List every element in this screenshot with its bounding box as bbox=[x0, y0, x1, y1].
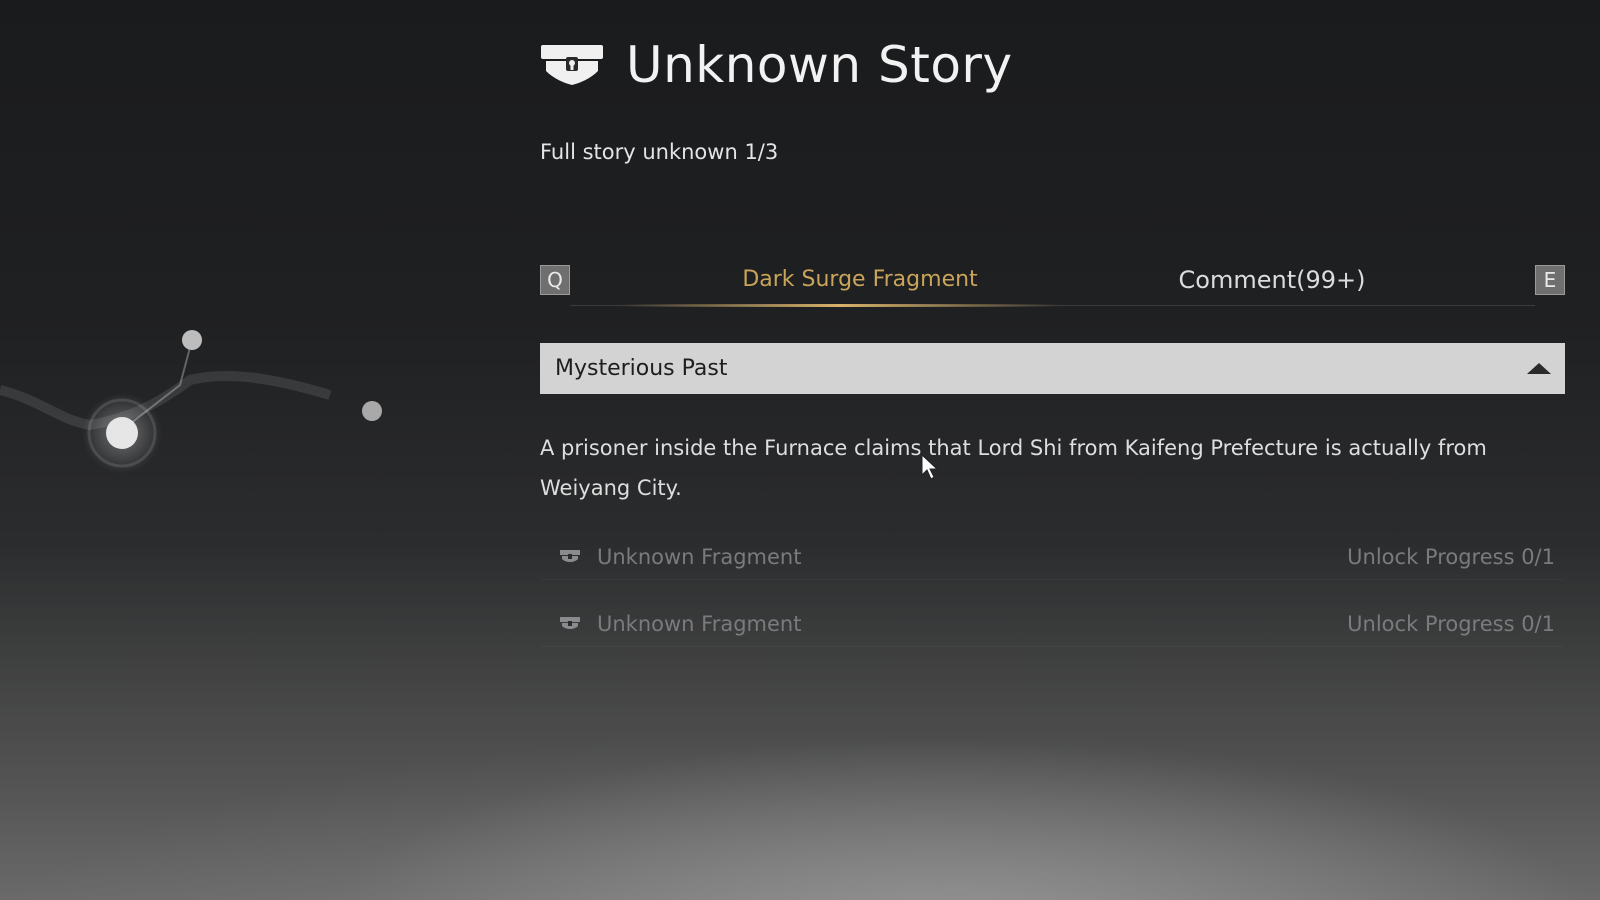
fragment-row[interactable]: Unknown Fragment Unlock Progress 0/1 bbox=[540, 535, 1565, 580]
tab-dark-surge-fragment[interactable]: Dark Surge Fragment bbox=[730, 265, 990, 295]
fragment-label: Unknown Fragment bbox=[597, 545, 802, 569]
fragment-unlock-progress: Unlock Progress 0/1 bbox=[1347, 612, 1555, 636]
locked-chest-icon bbox=[560, 616, 580, 632]
locked-chest-icon bbox=[560, 549, 580, 565]
page-title: Unknown Story bbox=[626, 36, 1013, 94]
fragment-unlock-progress: Unlock Progress 0/1 bbox=[1347, 545, 1555, 569]
fragment-list: Unknown Fragment Unlock Progress 0/1 Unk… bbox=[540, 535, 1565, 669]
mouse-cursor-icon bbox=[921, 453, 939, 480]
next-tab-key-hint[interactable]: E bbox=[1535, 265, 1565, 295]
active-tab-underline bbox=[620, 304, 1060, 307]
story-panel: Unknown Story Full story unknown 1/3 Q D… bbox=[540, 0, 1565, 900]
fragment-label: Unknown Fragment bbox=[597, 612, 802, 636]
tab-bar: Q Dark Surge Fragment Comment(99+) E bbox=[540, 265, 1565, 309]
chevron-up-icon[interactable] bbox=[1527, 363, 1551, 374]
section-header-mysterious-past[interactable]: Mysterious Past bbox=[540, 343, 1565, 394]
prev-tab-key-hint[interactable]: Q bbox=[540, 265, 570, 295]
fragment-row[interactable]: Unknown Fragment Unlock Progress 0/1 bbox=[540, 602, 1565, 647]
locked-chest-icon bbox=[540, 43, 604, 87]
title-row: Unknown Story bbox=[540, 30, 1013, 100]
section-title: Mysterious Past bbox=[555, 356, 728, 381]
section-description: A prisoner inside the Furnace claims tha… bbox=[540, 436, 1487, 500]
story-progress-text: Full story unknown 1/3 bbox=[540, 140, 779, 164]
tab-comment[interactable]: Comment(99+) bbox=[1132, 265, 1412, 295]
constellation-decoration bbox=[0, 330, 382, 473]
